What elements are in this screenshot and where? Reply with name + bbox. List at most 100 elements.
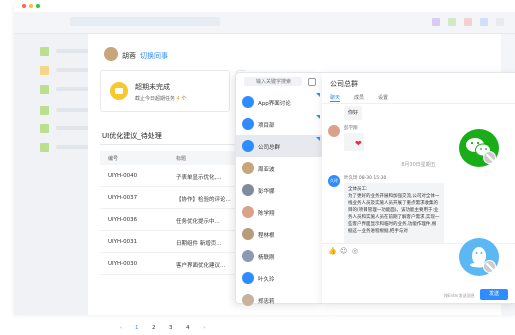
user-name: 胡蓉 (122, 52, 136, 60)
active-tab-indicator (330, 101, 340, 102)
avatar (242, 140, 254, 152)
chat-title: 公司总群 (330, 80, 358, 88)
disabled-icon (483, 151, 496, 164)
table-row[interactable]: UIYH-0040 子表单显示优化,... (100, 165, 250, 187)
avatar (104, 47, 118, 61)
tab-chat[interactable]: 聊天 (330, 94, 340, 101)
toolbar-icon-grey[interactable] (496, 18, 504, 26)
contact-item[interactable]: 项目部 (236, 113, 323, 135)
avatar (242, 96, 254, 108)
page-3[interactable]: 3 (169, 325, 173, 331)
title-bar (14, 0, 515, 12)
tab-settings[interactable]: 设置 (378, 94, 388, 101)
toolbar-icon-pink[interactable] (464, 18, 472, 26)
sidebar-item-3[interactable] (40, 85, 94, 94)
close-window-button[interactable] (22, 4, 26, 8)
column-header-id: 编号 (108, 156, 119, 162)
contact-name: 周亚波 (258, 167, 275, 173)
top-bar (14, 12, 515, 34)
minimize-window-button[interactable] (29, 4, 33, 8)
row-id: UIYH-0037 (108, 195, 138, 201)
global-search-input[interactable] (70, 17, 220, 26)
unread-badge (316, 137, 320, 141)
prev-page-icon[interactable]: ‹ (120, 325, 122, 331)
contact-item[interactable]: 叶久玲 (236, 267, 323, 289)
row-id: UIYH-0031 (108, 239, 138, 245)
contact-name: 彭华娜 (258, 189, 275, 195)
unread-badge (316, 115, 320, 119)
avatar (242, 118, 254, 130)
page-2[interactable]: 2 (152, 325, 156, 331)
qq-icon[interactable] (459, 238, 499, 276)
table-header: 编号 标题 (100, 151, 250, 165)
avatar (242, 250, 254, 262)
avatar (242, 162, 254, 174)
tab-members[interactable]: 成员 (354, 94, 364, 101)
row-title: 任务优化提示中... (176, 219, 220, 225)
disabled-icon (483, 260, 496, 273)
contact-item[interactable]: 彭华娜 (236, 179, 323, 201)
sidebar-item-6[interactable] (40, 143, 94, 152)
overdue-task-card[interactable]: 超期未完成 截止今日超期任务 4 个 (100, 70, 230, 112)
page-4[interactable]: 4 (186, 325, 190, 331)
row-id: UIYH-0036 (108, 217, 138, 223)
sidebar-item-2[interactable] (40, 66, 94, 75)
switch-colleague-link[interactable]: 切换同事 (140, 51, 168, 61)
sender-name: 彭学翔 (344, 126, 358, 131)
task-card-unit: 个 (181, 96, 187, 102)
table-row[interactable]: UIYH-0031 日期组件 新增页... (100, 231, 250, 253)
row-title: 子表单显示优化,... (176, 175, 222, 181)
contact-item[interactable]: 公司总群 (236, 135, 323, 157)
avatar (242, 184, 254, 196)
contact-item[interactable]: 陈学翔 (236, 201, 323, 223)
table-row[interactable]: UIYH-0036 任务优化提示中... (100, 209, 250, 231)
toolbar-icon-blue[interactable] (480, 18, 488, 26)
contact-item[interactable]: App界面讨论 (236, 91, 323, 113)
like-icon[interactable]: 👍 (328, 247, 337, 255)
task-card-title: 超期未完成 (135, 83, 170, 91)
page-1[interactable]: 1 (135, 325, 139, 331)
avatar (328, 125, 340, 137)
contact-search-input[interactable] (244, 77, 302, 86)
emoji-icon[interactable]: ☺ (340, 247, 347, 255)
contact-name: 杨联刚 (258, 255, 275, 261)
contact-name: 程林根 (258, 233, 275, 239)
avatar (242, 228, 254, 240)
contact-name: 项目部 (258, 123, 275, 129)
divider (100, 144, 250, 145)
contact-item[interactable]: 周亚波 (236, 157, 323, 179)
contact-item[interactable]: 程林根 (236, 223, 323, 245)
heart-emoji-icon: ❤ (355, 139, 362, 148)
divider (322, 103, 515, 104)
attachment-icon[interactable]: ◎ (352, 247, 358, 255)
avatar (242, 272, 254, 284)
toolbar-icon-green[interactable] (448, 18, 456, 26)
next-page-icon[interactable]: › (203, 325, 205, 331)
task-card-subtitle-text: 截止今日超期任务 (135, 96, 176, 102)
sidebar-item-1[interactable] (40, 47, 94, 56)
send-hint: 按Enter发送消息 (444, 293, 475, 298)
table-row[interactable]: UIYH-0037 【协作】检验的评论... (100, 187, 250, 209)
contact-item[interactable]: 郑忠莉 (236, 289, 323, 311)
contact-name: App界面讨论 (258, 101, 291, 107)
row-title: 客户界面优化建议... (176, 263, 226, 269)
section-title: UI优化建议_待处理 (102, 132, 162, 140)
new-chat-icon[interactable] (308, 78, 316, 86)
chat-toolbar: 👍 ☺ ◎ (328, 247, 378, 255)
overdue-count: 4 (176, 96, 180, 102)
contact-name: 叶久玲 (258, 277, 275, 283)
toolbar-icon-purple[interactable] (432, 18, 440, 26)
unread-badge (316, 93, 320, 97)
sidebar-item-4[interactable] (40, 106, 94, 115)
table-row[interactable]: UIYH-0030 客户界面优化建议... (100, 253, 250, 275)
maximize-window-button[interactable] (36, 4, 40, 8)
row-title: 【协作】检验的评论... (176, 197, 231, 203)
row-title: 日期组件 新增页... (176, 241, 222, 247)
calendar-icon (110, 82, 128, 100)
sidebar-item-5[interactable] (40, 124, 94, 133)
send-button[interactable]: 发送 (480, 289, 508, 300)
contact-item[interactable]: 杨联刚 (236, 245, 323, 267)
row-id: UIYH-0040 (108, 173, 138, 179)
contact-name: 郑忠莉 (258, 299, 275, 305)
wechat-icon[interactable] (459, 129, 499, 167)
